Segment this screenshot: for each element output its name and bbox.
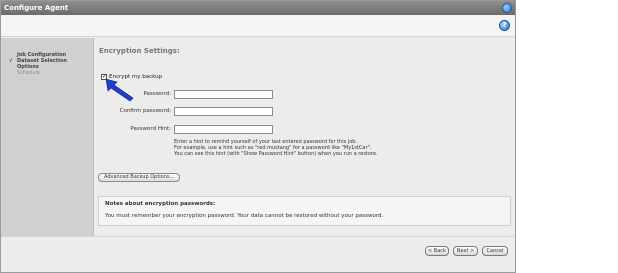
hint-help-line: You can see this hint (with "Show Passwo…	[174, 151, 378, 157]
advanced-backup-options-button[interactable]: Advanced Backup Options...	[98, 173, 181, 182]
password-field[interactable]	[174, 90, 273, 99]
content-area: Job Configuration √ Dataset Selection Op…	[1, 38, 515, 236]
step-schedule[interactable]: Schedule	[9, 70, 93, 76]
notes-box: Notes about encryption passwords: You mu…	[98, 196, 511, 226]
window-title: Configure Agent	[4, 4, 69, 12]
hint-help-text: Enter a hint to remind yourself of your …	[174, 139, 378, 157]
wizard-steps-sidebar: Job Configuration √ Dataset Selection Op…	[1, 38, 94, 236]
close-icon[interactable]	[502, 3, 512, 13]
notes-body: You must remember your encryption passwo…	[105, 213, 384, 219]
help-icon[interactable]: ?	[499, 20, 510, 31]
notes-title: Notes about encryption passwords:	[105, 201, 216, 207]
confirm-password-label: Confirm password:	[119, 108, 171, 114]
back-button[interactable]: < Back	[425, 246, 449, 256]
confirm-password-field[interactable]	[174, 107, 273, 116]
toolbar: ?	[1, 15, 515, 37]
next-button[interactable]: Next >	[453, 246, 478, 256]
section-title: Encryption Settings:	[99, 47, 180, 55]
main-panel: Encryption Settings: ✓ Encrypt my backup…	[95, 38, 515, 236]
arrow-pointer-icon	[105, 78, 134, 102]
configure-agent-window: Configure Agent ? Job Configuration √ Da…	[0, 0, 516, 273]
password-hint-field[interactable]	[174, 125, 273, 134]
cancel-button[interactable]: Cancel	[482, 246, 508, 256]
wizard-footer: < Back Next > Cancel	[1, 236, 515, 272]
title-bar: Configure Agent	[1, 1, 515, 15]
step-label: Schedule	[17, 70, 40, 76]
password-hint-label: Password Hint:	[130, 126, 171, 132]
